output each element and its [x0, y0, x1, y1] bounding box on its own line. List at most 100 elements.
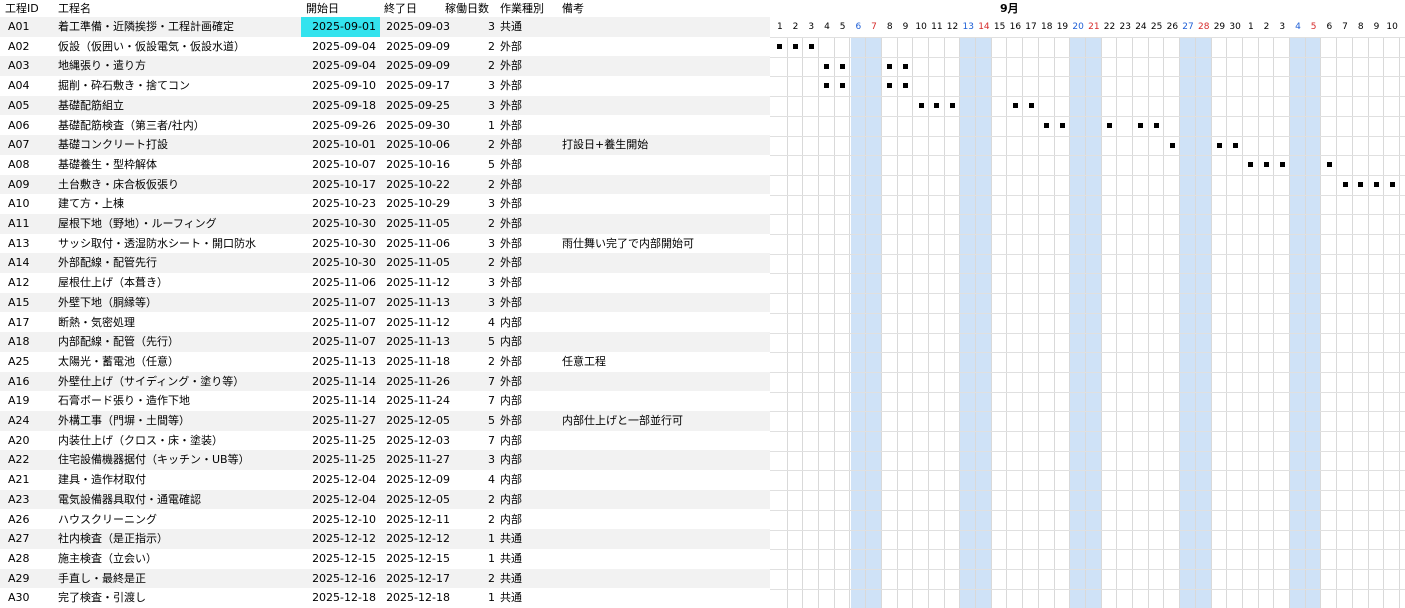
- cell-id[interactable]: A24: [8, 411, 48, 431]
- cell-name[interactable]: 手直し・最終是正: [58, 569, 303, 589]
- cell-start[interactable]: 2025-11-25: [301, 431, 380, 451]
- cell-id[interactable]: A18: [8, 332, 48, 352]
- cell-days[interactable]: 3: [460, 17, 495, 37]
- cell-days[interactable]: 3: [460, 96, 495, 116]
- cell-start[interactable]: 2025-09-10: [301, 76, 380, 96]
- cell-days[interactable]: 4: [460, 313, 495, 333]
- cell-type[interactable]: 内部: [500, 450, 555, 470]
- cell-name[interactable]: 外壁下地（胴縁等）: [58, 293, 303, 313]
- cell-days[interactable]: 3: [460, 194, 495, 214]
- cell-id[interactable]: A02: [8, 37, 48, 57]
- cell-end[interactable]: 2025-10-16: [384, 155, 454, 175]
- header-type[interactable]: 作業種別: [500, 0, 558, 17]
- cell-name[interactable]: 地縄張り・遣り方: [58, 56, 303, 76]
- cell-start[interactable]: 2025-11-13: [301, 352, 380, 372]
- cell-days[interactable]: 4: [460, 470, 495, 490]
- cell-id[interactable]: A14: [8, 253, 48, 273]
- cell-id[interactable]: A15: [8, 293, 48, 313]
- cell-name[interactable]: 基礎養生・型枠解体: [58, 155, 303, 175]
- cell-days[interactable]: 3: [460, 76, 495, 96]
- cell-days[interactable]: 1: [460, 549, 495, 569]
- cell-id[interactable]: A05: [8, 96, 48, 116]
- cell-note[interactable]: [562, 391, 767, 411]
- header-days[interactable]: 稼働日数: [445, 0, 498, 17]
- cell-days[interactable]: 2: [460, 510, 495, 530]
- cell-end[interactable]: 2025-10-29: [384, 194, 454, 214]
- cell-note[interactable]: [562, 431, 767, 451]
- cell-days[interactable]: 2: [460, 56, 495, 76]
- cell-start[interactable]: 2025-10-23: [301, 194, 380, 214]
- cell-id[interactable]: A03: [8, 56, 48, 76]
- cell-end[interactable]: 2025-10-22: [384, 175, 454, 195]
- cell-type[interactable]: 外部: [500, 175, 555, 195]
- cell-days[interactable]: 2: [460, 214, 495, 234]
- cell-days[interactable]: 2: [460, 490, 495, 510]
- cell-type[interactable]: 外部: [500, 273, 555, 293]
- cell-note[interactable]: [562, 214, 767, 234]
- cell-end[interactable]: 2025-11-05: [384, 253, 454, 273]
- cell-id[interactable]: A12: [8, 273, 48, 293]
- cell-start[interactable]: 2025-11-14: [301, 372, 380, 392]
- cell-name[interactable]: 石膏ボード張り・造作下地: [58, 391, 303, 411]
- cell-days[interactable]: 2: [460, 175, 495, 195]
- cell-note[interactable]: 内部仕上げと一部並行可: [562, 411, 767, 431]
- cell-note[interactable]: [562, 313, 767, 333]
- header-name[interactable]: 工程名: [58, 0, 298, 17]
- cell-type[interactable]: 内部: [500, 490, 555, 510]
- cell-end[interactable]: 2025-09-03: [384, 17, 454, 37]
- cell-id[interactable]: A28: [8, 549, 48, 569]
- cell-days[interactable]: 7: [460, 372, 495, 392]
- cell-start[interactable]: 2025-11-14: [301, 391, 380, 411]
- cell-id[interactable]: A21: [8, 470, 48, 490]
- cell-end[interactable]: 2025-11-26: [384, 372, 454, 392]
- cell-note[interactable]: [562, 96, 767, 116]
- cell-type[interactable]: 内部: [500, 431, 555, 451]
- cell-type[interactable]: 外部: [500, 37, 555, 57]
- cell-id[interactable]: A26: [8, 510, 48, 530]
- cell-days[interactable]: 2: [460, 352, 495, 372]
- cell-name[interactable]: ハウスクリーニング: [58, 510, 303, 530]
- cell-start[interactable]: 2025-11-07: [301, 313, 380, 333]
- cell-type[interactable]: 外部: [500, 96, 555, 116]
- cell-type[interactable]: 共通: [500, 549, 555, 569]
- cell-name[interactable]: 基礎配筋組立: [58, 96, 303, 116]
- cell-note[interactable]: [562, 372, 767, 392]
- cell-id[interactable]: A07: [8, 135, 48, 155]
- cell-type[interactable]: 外部: [500, 155, 555, 175]
- cell-name[interactable]: 太陽光・蓄電池（任意）: [58, 352, 303, 372]
- cell-days[interactable]: 7: [460, 391, 495, 411]
- cell-start[interactable]: 2025-11-27: [301, 411, 380, 431]
- cell-type[interactable]: 外部: [500, 234, 555, 254]
- cell-start[interactable]: 2025-09-01: [301, 17, 380, 37]
- cell-end[interactable]: 2025-11-13: [384, 293, 454, 313]
- cell-id[interactable]: A10: [8, 194, 48, 214]
- cell-name[interactable]: 住宅設備機器据付（キッチン・UB等）: [58, 450, 303, 470]
- cell-days[interactable]: 2: [460, 253, 495, 273]
- cell-end[interactable]: 2025-11-12: [384, 313, 454, 333]
- cell-type[interactable]: 内部: [500, 510, 555, 530]
- cell-note[interactable]: [562, 490, 767, 510]
- cell-start[interactable]: 2025-11-07: [301, 332, 380, 352]
- cell-days[interactable]: 2: [460, 37, 495, 57]
- cell-type[interactable]: 外部: [500, 135, 555, 155]
- cell-id[interactable]: A27: [8, 529, 48, 549]
- cell-note[interactable]: [562, 17, 767, 37]
- cell-note[interactable]: [562, 510, 767, 530]
- cell-end[interactable]: 2025-09-09: [384, 56, 454, 76]
- cell-name[interactable]: 建て方・上棟: [58, 194, 303, 214]
- cell-note[interactable]: [562, 155, 767, 175]
- cell-days[interactable]: 5: [460, 411, 495, 431]
- cell-id[interactable]: A22: [8, 450, 48, 470]
- cell-days[interactable]: 5: [460, 155, 495, 175]
- cell-start[interactable]: 2025-10-01: [301, 135, 380, 155]
- cell-name[interactable]: 屋根仕上げ（本葺き）: [58, 273, 303, 293]
- cell-name[interactable]: 外部配線・配管先行: [58, 253, 303, 273]
- cell-start[interactable]: 2025-09-26: [301, 116, 380, 136]
- cell-note[interactable]: [562, 332, 767, 352]
- cell-start[interactable]: 2025-10-30: [301, 234, 380, 254]
- cell-start[interactable]: 2025-12-10: [301, 510, 380, 530]
- cell-end[interactable]: 2025-09-17: [384, 76, 454, 96]
- cell-days[interactable]: 5: [460, 332, 495, 352]
- cell-note[interactable]: 雨仕舞い完了で内部開始可: [562, 234, 767, 254]
- cell-name[interactable]: 社内検査（是正指示）: [58, 529, 303, 549]
